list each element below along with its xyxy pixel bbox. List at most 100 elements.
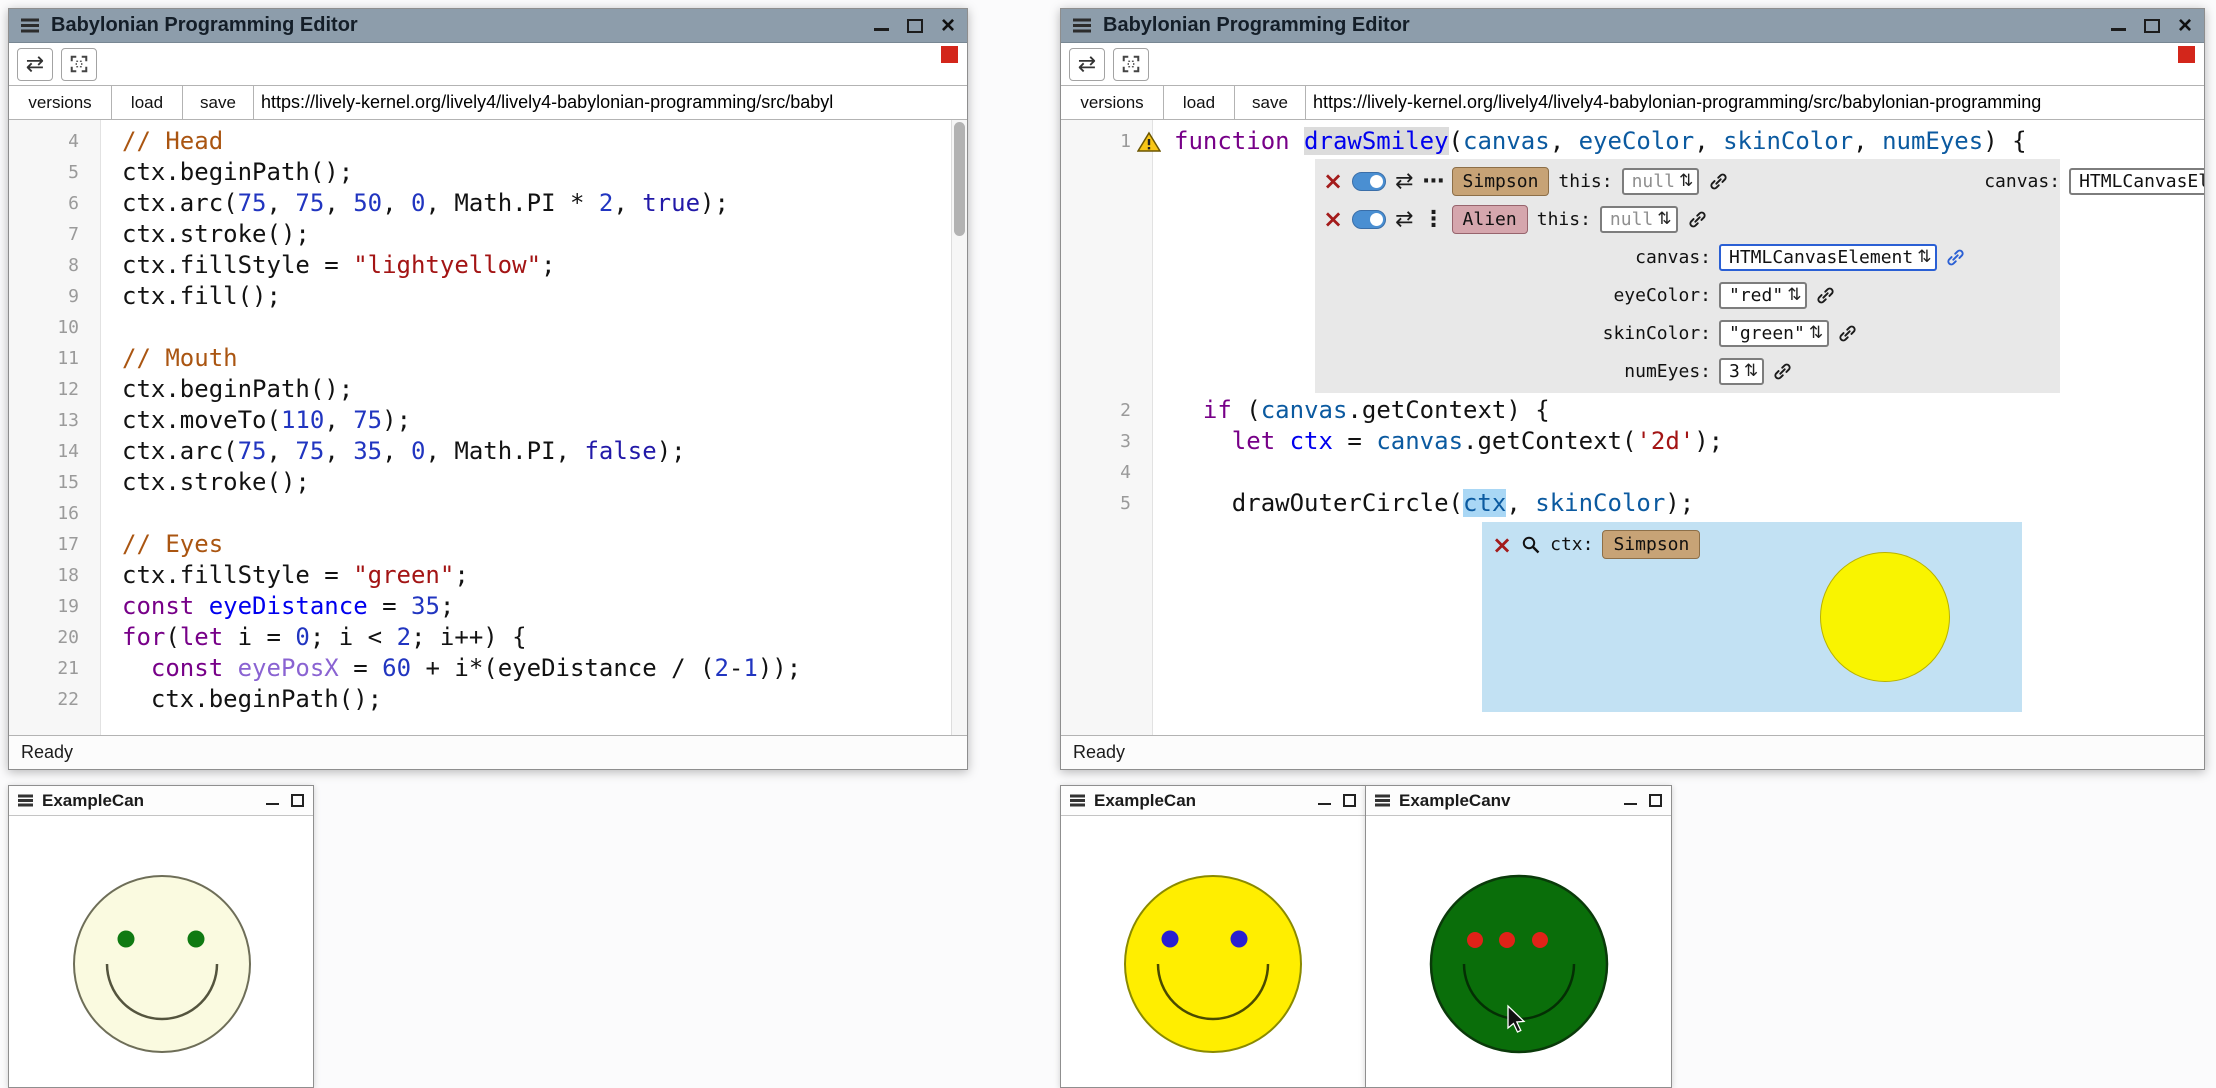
- more-vertical-icon[interactable]: ⋮: [1423, 207, 1443, 232]
- connect-link-icon[interactable]: [1708, 171, 1729, 192]
- example-name-badge[interactable]: Simpson: [1452, 167, 1550, 196]
- minimize-button[interactable]: [2111, 21, 2126, 31]
- stepper-arrows-icon[interactable]: ⇅: [1787, 285, 1801, 305]
- code-line[interactable]: 4// Head: [9, 126, 967, 157]
- vertical-scrollbar[interactable]: [951, 120, 967, 735]
- code-line[interactable]: 18ctx.fillStyle = "green";: [9, 560, 967, 591]
- warning-icon[interactable]: [1137, 131, 1161, 153]
- swap-arrows-button[interactable]: ⇄: [17, 48, 53, 81]
- code-line[interactable]: 7ctx.stroke();: [9, 219, 967, 250]
- probe-example-badge[interactable]: Simpson: [1602, 530, 1700, 559]
- load-button[interactable]: load: [1164, 86, 1235, 119]
- value-stepper[interactable]: null⇅: [1622, 168, 1700, 195]
- connect-link-icon[interactable]: [1945, 247, 1966, 268]
- maximize-button[interactable]: [1343, 794, 1356, 807]
- selection-frame-button[interactable]: [1113, 48, 1149, 81]
- code-line[interactable]: 14ctx.arc(75, 75, 35, 0, Math.PI, false)…: [9, 436, 967, 467]
- maximize-button[interactable]: [1649, 794, 1662, 807]
- value-stepper[interactable]: null⇅: [1600, 206, 1678, 233]
- magnifier-icon[interactable]: [1521, 535, 1541, 555]
- code-line[interactable]: 5 drawOuterCircle(ctx, skinColor);: [1061, 488, 2204, 519]
- delete-example-button[interactable]: ×: [1323, 169, 1343, 193]
- stepper-arrows-icon[interactable]: ⇅: [1679, 171, 1693, 191]
- url-field[interactable]: https://lively-kernel.org/lively4/lively…: [1306, 86, 2204, 119]
- load-button[interactable]: load: [112, 86, 183, 119]
- code-line[interactable]: 8ctx.fillStyle = "lightyellow";: [9, 250, 967, 281]
- url-field[interactable]: https://lively-kernel.org/lively4/lively…: [254, 86, 967, 119]
- code-editor[interactable]: 1function drawSmiley(canvas, eyeColor, s…: [1061, 120, 2204, 735]
- value-stepper[interactable]: 3⇅: [1719, 358, 1764, 385]
- example-canvas[interactable]: [1061, 816, 1365, 1087]
- stepper-arrows-icon[interactable]: ⇅: [1917, 247, 1931, 267]
- titlebar[interactable]: ExampleCanv: [1366, 786, 1671, 816]
- stepper-arrows-icon[interactable]: ⇅: [1744, 361, 1758, 381]
- code-line[interactable]: 15ctx.stroke();: [9, 467, 967, 498]
- stepper-arrows-icon[interactable]: ⇅: [1657, 209, 1671, 229]
- code-line[interactable]: 11// Mouth: [9, 343, 967, 374]
- delete-example-button[interactable]: ×: [1323, 207, 1343, 231]
- value-stepper[interactable]: "green"⇅: [1719, 320, 1829, 347]
- code-line[interactable]: 12ctx.beginPath();: [9, 374, 967, 405]
- titlebar[interactable]: ExampleCan: [1061, 786, 1365, 816]
- titlebar[interactable]: Babylonian Programming Editor ×: [9, 9, 967, 43]
- minimize-button[interactable]: [874, 21, 889, 31]
- value-stepper[interactable]: "red"⇅: [1719, 282, 1807, 309]
- maximize-button[interactable]: [907, 19, 923, 33]
- example-toggle[interactable]: [1352, 210, 1386, 229]
- code-line[interactable]: 1function drawSmiley(canvas, eyeColor, s…: [1061, 126, 2204, 157]
- code-line[interactable]: 22 ctx.beginPath();: [9, 684, 967, 715]
- swap-arrows-button[interactable]: ⇄: [1069, 48, 1105, 81]
- hamburger-menu-icon[interactable]: [1070, 799, 1085, 801]
- code-token: 75: [353, 406, 382, 434]
- example-canvas[interactable]: [9, 816, 313, 1087]
- hamburger-menu-icon[interactable]: [18, 799, 33, 801]
- minimize-button[interactable]: [1624, 797, 1637, 805]
- stepper-arrows-icon[interactable]: ⇅: [1809, 323, 1823, 343]
- scrollbar-thumb[interactable]: [954, 122, 965, 236]
- code-line[interactable]: 19const eyeDistance = 35;: [9, 591, 967, 622]
- selection-frame-button[interactable]: [61, 48, 97, 81]
- code-line[interactable]: 3 let ctx = canvas.getContext('2d');: [1061, 426, 2204, 457]
- value-stepper[interactable]: HTMLCanvasElement⇅: [1719, 244, 1937, 271]
- example-name-badge[interactable]: Alien: [1452, 205, 1528, 234]
- hamburger-menu-icon[interactable]: [1375, 799, 1390, 801]
- code-line[interactable]: 21 const eyePosX = 60 + i*(eyeDistance /…: [9, 653, 967, 684]
- more-horizontal-icon[interactable]: ⋯: [1423, 169, 1443, 194]
- code-line[interactable]: 2 if (canvas.getContext) {: [1061, 395, 2204, 426]
- swap-arrows-icon[interactable]: ⇄: [1395, 207, 1413, 232]
- code-line[interactable]: 17// Eyes: [9, 529, 967, 560]
- code-content: 1function drawSmiley(canvas, eyeColor, s…: [1061, 120, 2204, 712]
- connect-link-icon[interactable]: [1815, 285, 1836, 306]
- delete-probe-button[interactable]: ×: [1492, 533, 1512, 557]
- code-line[interactable]: 16: [9, 498, 967, 529]
- connect-link-icon[interactable]: [1837, 323, 1858, 344]
- code-line[interactable]: 20for(let i = 0; i < 2; i++) {: [9, 622, 967, 653]
- maximize-button[interactable]: [291, 794, 304, 807]
- hamburger-menu-icon[interactable]: [21, 24, 39, 27]
- versions-button[interactable]: versions: [1061, 86, 1164, 119]
- titlebar[interactable]: Babylonian Programming Editor ×: [1061, 9, 2204, 43]
- minimize-button[interactable]: [266, 797, 279, 805]
- code-line[interactable]: 4: [1061, 457, 2204, 488]
- code-line[interactable]: 5ctx.beginPath();: [9, 157, 967, 188]
- code-line[interactable]: 9ctx.fill();: [9, 281, 967, 312]
- titlebar[interactable]: ExampleCan: [9, 786, 313, 816]
- connect-link-icon[interactable]: [1772, 361, 1793, 382]
- minimize-button[interactable]: [1318, 797, 1331, 805]
- hamburger-menu-icon[interactable]: [1073, 24, 1091, 27]
- versions-button[interactable]: versions: [9, 86, 112, 119]
- code-editor[interactable]: 4// Head5ctx.beginPath();6ctx.arc(75, 75…: [9, 120, 967, 735]
- save-button[interactable]: save: [183, 86, 254, 119]
- example-toggle[interactable]: [1352, 172, 1386, 191]
- close-button[interactable]: ×: [941, 14, 955, 38]
- save-button[interactable]: save: [1235, 86, 1306, 119]
- code-line[interactable]: 13ctx.moveTo(110, 75);: [9, 405, 967, 436]
- code-line[interactable]: 10: [9, 312, 967, 343]
- maximize-button[interactable]: [2144, 19, 2160, 33]
- close-button[interactable]: ×: [2178, 14, 2192, 38]
- value-stepper[interactable]: HTMLCanvasElement⇅: [2069, 168, 2204, 195]
- example-canvas[interactable]: [1366, 816, 1671, 1087]
- swap-arrows-icon[interactable]: ⇄: [1395, 169, 1413, 194]
- code-line[interactable]: 6ctx.arc(75, 75, 50, 0, Math.PI * 2, tru…: [9, 188, 967, 219]
- connect-link-icon[interactable]: [1687, 209, 1708, 230]
